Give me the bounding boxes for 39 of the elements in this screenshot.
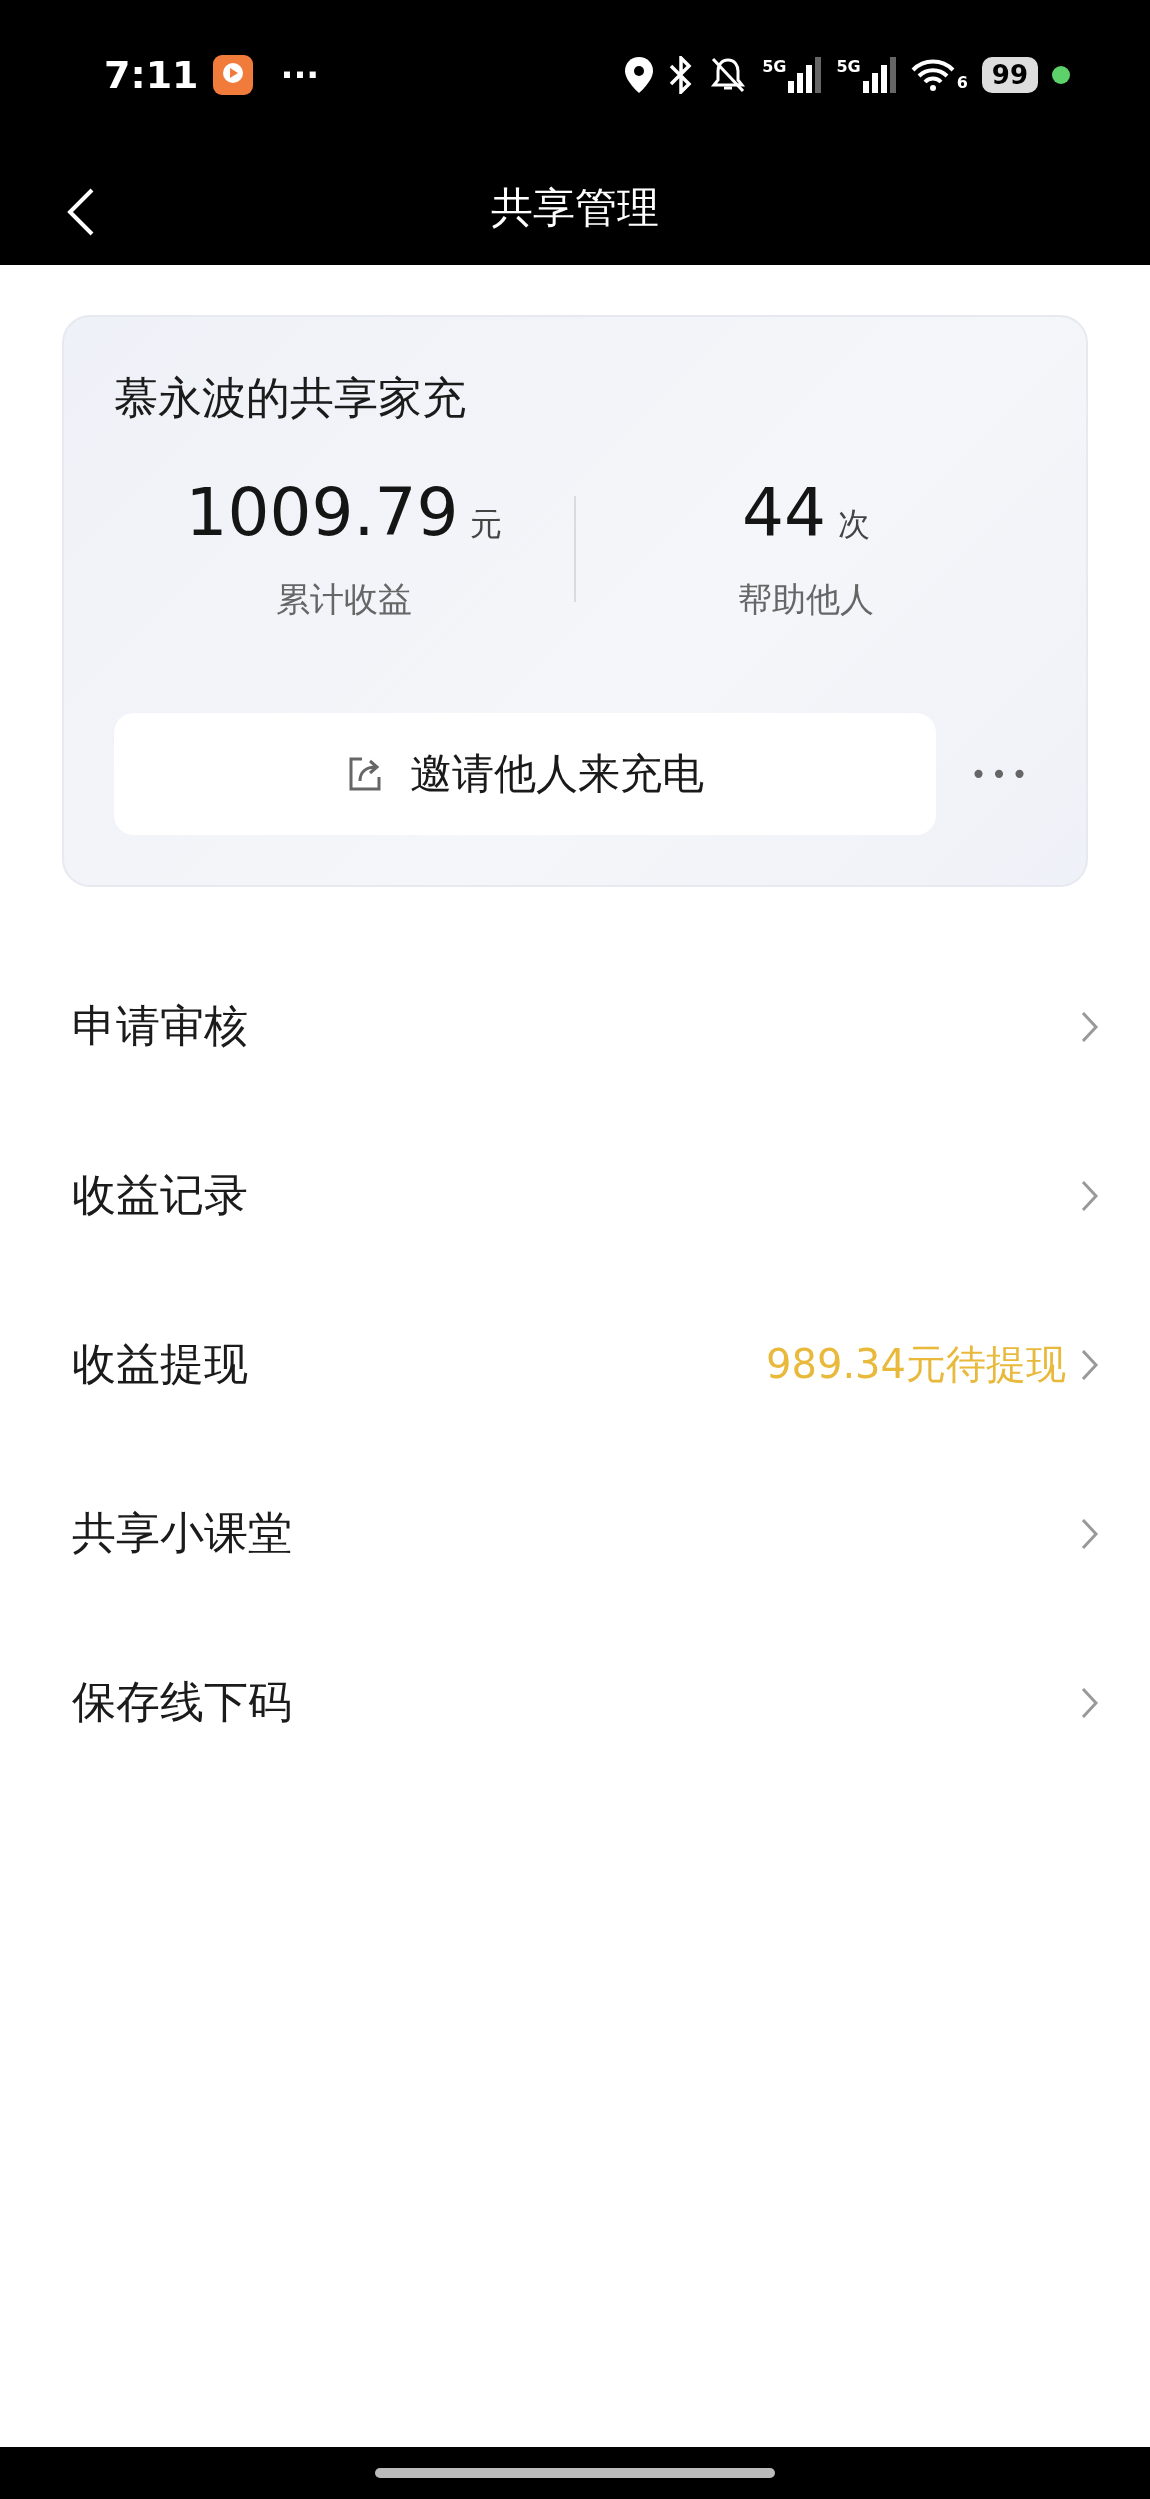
privacy-indicator-dot <box>1052 66 1070 84</box>
wifi-label: 6 <box>956 73 968 92</box>
menu-item[interactable]: 收益提现 989.34元待提现 <box>0 1280 1150 1449</box>
signal-icon <box>788 57 823 93</box>
back-icon[interactable] <box>66 188 96 236</box>
page-title: 共享管理 <box>491 181 659 234</box>
location-icon <box>624 56 655 94</box>
menu-item[interactable]: 共享小课堂 <box>0 1449 1150 1618</box>
menu-item[interactable]: 收益记录 <box>0 1111 1150 1280</box>
menu-item-label: 保存线下码 <box>72 1675 293 1729</box>
chevron-right-icon <box>1080 1516 1100 1551</box>
stat-value: 44 <box>742 474 826 551</box>
status-time: 7:11 <box>104 53 199 97</box>
chevron-right-icon <box>1080 1685 1100 1720</box>
signal-icon <box>862 57 897 93</box>
chevron-right-icon <box>1080 1009 1100 1044</box>
stat-value: 1009.79 <box>185 474 459 551</box>
chevron-right-icon <box>1080 1347 1100 1382</box>
more-button[interactable]: ••• <box>966 757 1036 791</box>
stat-label: 累计收益 <box>276 578 412 621</box>
menu-item-label: 共享小课堂 <box>72 1506 293 1560</box>
stat-unit: 元 <box>470 504 503 545</box>
menu-item-label: 申请审核 <box>72 999 249 1053</box>
menu-item-label: 收益记录 <box>72 1168 249 1222</box>
chevron-right-icon <box>1080 1178 1100 1213</box>
invite-button[interactable]: 邀请他人来充电 <box>114 713 936 835</box>
card-title: 慕永波的共享家充 <box>114 371 467 425</box>
pending-withdrawal-amount: 989.34元待提现 <box>766 1340 1066 1389</box>
app-icon <box>212 55 253 95</box>
more-notifications: ··· <box>280 55 320 95</box>
network-type-label: 5G <box>836 57 861 76</box>
menu-item[interactable]: 申请审核 <box>0 942 1150 1111</box>
stat-label: 帮助他人 <box>738 578 874 621</box>
menu-item-label: 收益提现 <box>72 1337 249 1391</box>
stat-unit: 次 <box>838 504 870 545</box>
menu-item[interactable]: 保存线下码 <box>0 1618 1150 1787</box>
wifi-icon <box>910 58 955 92</box>
network-type-label: 5G <box>762 57 787 76</box>
battery-indicator: 99 <box>981 57 1038 93</box>
